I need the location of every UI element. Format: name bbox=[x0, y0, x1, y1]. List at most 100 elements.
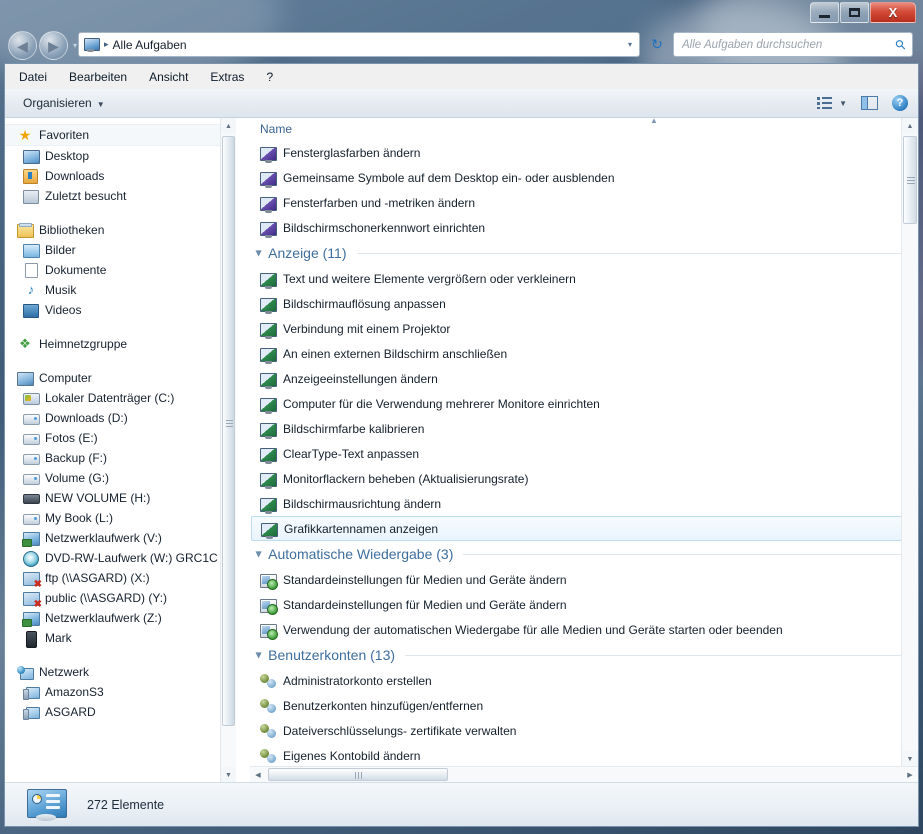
back-button[interactable]: ◀ bbox=[8, 31, 37, 60]
list-item[interactable]: Standardeinstellungen für Medien und Ger… bbox=[250, 592, 918, 617]
forward-button[interactable]: ▶ bbox=[39, 31, 68, 60]
list-item[interactable]: Grafikkartennamen anzeigen bbox=[251, 516, 916, 541]
list-item[interactable]: An einen externen Bildschirm anschließen bbox=[250, 341, 918, 366]
menu-item-bearbeiten[interactable]: Bearbeiten bbox=[69, 70, 127, 84]
help-button[interactable]: ? bbox=[892, 95, 908, 111]
pane-splitter[interactable] bbox=[236, 118, 250, 783]
address-bar[interactable]: ▸ Alle Aufgaben ▾ bbox=[78, 32, 640, 57]
list-item[interactable]: Text und weitere Elemente vergrößern ode… bbox=[250, 266, 918, 291]
sidebar-item-bibliotheken[interactable]: Bibliotheken bbox=[5, 220, 221, 240]
sidebar-item-bilder[interactable]: Bilder bbox=[5, 240, 221, 260]
list-group-header[interactable]: ▶Benutzerkonten (13) bbox=[250, 642, 918, 668]
change-view-button[interactable]: ▼ bbox=[817, 96, 847, 110]
list-horizontal-scrollbar[interactable]: ◀ ▶ bbox=[250, 766, 918, 783]
sidebar-item-videos[interactable]: Videos bbox=[5, 300, 221, 320]
sidebar-item-new-volume-h[interactable]: NEW VOLUME (H:) bbox=[5, 488, 221, 508]
sidebar-item-zuletzt-besucht[interactable]: Zuletzt besucht bbox=[5, 186, 221, 206]
sidebar-item-label: Netzwerklaufwerk (Z:) bbox=[45, 611, 162, 625]
list-item[interactable]: Bildschirmschonerkennwort einrichten bbox=[250, 215, 918, 240]
group-collapse-icon[interactable]: ▶ bbox=[255, 652, 264, 658]
sidebar-item-netzwerklaufwerk-z[interactable]: Netzwerklaufwerk (Z:) bbox=[5, 608, 221, 628]
list-item[interactable]: Monitorflackern beheben (Aktualisierungs… bbox=[250, 466, 918, 491]
list-scroll-up-button[interactable]: ▲ bbox=[902, 118, 918, 134]
sidebar-item-volume-g[interactable]: Volume (G:) bbox=[5, 468, 221, 488]
minimize-icon bbox=[819, 15, 830, 18]
sidebar-item-favoriten[interactable]: ★Favoriten bbox=[5, 124, 221, 146]
list-group-header[interactable]: ▶Anzeige (11) bbox=[250, 240, 918, 266]
list-item[interactable]: Bildschirmfarbe kalibrieren bbox=[250, 416, 918, 441]
list-item[interactable]: Fensterglasfarben ändern bbox=[250, 140, 918, 165]
sidebar-item-netzwerk[interactable]: Netzwerk bbox=[5, 662, 221, 682]
list-item[interactable]: Anzeigeeinstellungen ändern bbox=[250, 366, 918, 391]
sidebar-item-my-book-l[interactable]: My Book (L:) bbox=[5, 508, 221, 528]
close-button[interactable]: X bbox=[870, 2, 916, 23]
scroll-grip-icon bbox=[226, 420, 233, 427]
sidebar-item-netzwerklaufwerk-v[interactable]: Netzwerklaufwerk (V:) bbox=[5, 528, 221, 548]
sidebar-item-mark[interactable]: Mark bbox=[5, 628, 221, 648]
breadcrumb[interactable]: Alle Aufgaben bbox=[113, 38, 187, 52]
disconnected-drive-icon bbox=[23, 570, 39, 586]
sidebar-item-lokaler-datentr-ger-c[interactable]: Lokaler Datenträger (C:) bbox=[5, 388, 221, 408]
hscroll-left-button[interactable]: ◀ bbox=[250, 767, 266, 783]
list-item[interactable]: Standardeinstellungen für Medien und Ger… bbox=[250, 567, 918, 592]
menu-item-help[interactable]: ? bbox=[266, 70, 273, 84]
sidebar-item-public-asgard-y[interactable]: public (\\ASGARD) (Y:) bbox=[5, 588, 221, 608]
preview-pane-button[interactable] bbox=[861, 96, 878, 110]
list-item[interactable]: Verwendung der automatischen Wiedergabe … bbox=[250, 617, 918, 642]
view-caret-icon: ▼ bbox=[839, 99, 847, 108]
address-dropdown-icon[interactable]: ▾ bbox=[628, 40, 635, 49]
list-scroll-thumb[interactable] bbox=[903, 136, 917, 224]
sidebar-item-downloads-d[interactable]: Downloads (D:) bbox=[5, 408, 221, 428]
nav-pane-scrollbar[interactable]: ▲ ▼ bbox=[220, 118, 236, 783]
sidebar-item-fotos-e[interactable]: Fotos (E:) bbox=[5, 428, 221, 448]
minimize-button[interactable] bbox=[810, 2, 839, 23]
menu-item-ansicht[interactable]: Ansicht bbox=[149, 70, 188, 84]
list-item[interactable]: Fensterfarben und -metriken ändern bbox=[250, 190, 918, 215]
user-accounts-icon bbox=[260, 673, 276, 689]
pie-chart-icon bbox=[32, 794, 42, 804]
list-vertical-scrollbar[interactable]: ▲ ▼ bbox=[901, 118, 918, 767]
sidebar-item-heimnetzgruppe[interactable]: ❖Heimnetzgruppe bbox=[5, 334, 221, 354]
hscroll-right-button[interactable]: ▶ bbox=[902, 767, 918, 783]
menu-item-extras[interactable]: Extras bbox=[210, 70, 244, 84]
sidebar-item-asgard[interactable]: ASGARD bbox=[5, 702, 221, 722]
recent-pages-dropdown[interactable]: ▾ bbox=[73, 41, 77, 50]
sidebar-item-backup-f[interactable]: Backup (F:) bbox=[5, 448, 221, 468]
list-item[interactable]: Bildschirmauflösung anpassen bbox=[250, 291, 918, 316]
list-scroll-down-button[interactable]: ▼ bbox=[902, 751, 918, 767]
sidebar-item-dokumente[interactable]: Dokumente bbox=[5, 260, 221, 280]
nav-scroll-thumb[interactable] bbox=[222, 136, 235, 726]
list-item-label: Dateiverschlüsselungs- zertifikate verwa… bbox=[283, 724, 516, 738]
list-group-header[interactable]: ▶Automatische Wiedergabe (3) bbox=[250, 541, 918, 567]
sidebar-item-desktop[interactable]: Desktop bbox=[5, 146, 221, 166]
list-item[interactable]: Eigenes Kontobild ändern bbox=[250, 743, 918, 768]
list-item[interactable]: Gemeinsame Symbole auf dem Desktop ein- … bbox=[250, 165, 918, 190]
search-box[interactable]: ⚲ bbox=[673, 32, 913, 57]
sidebar-item-amazons3[interactable]: AmazonS3 bbox=[5, 682, 221, 702]
list-item[interactable]: Bildschirmausrichtung ändern bbox=[250, 491, 918, 516]
sidebar-item-musik[interactable]: ♪Musik bbox=[5, 280, 221, 300]
dvd-drive-icon bbox=[23, 550, 39, 566]
column-header-name[interactable]: Name bbox=[260, 122, 292, 136]
hscroll-thumb[interactable] bbox=[268, 768, 448, 781]
group-collapse-icon[interactable]: ▶ bbox=[255, 250, 264, 256]
sidebar-item-ftp-asgard-x[interactable]: ftp (\\ASGARD) (X:) bbox=[5, 568, 221, 588]
nav-scroll-up-button[interactable]: ▲ bbox=[221, 118, 236, 134]
refresh-button[interactable]: ↻ bbox=[645, 32, 669, 57]
sidebar-item-computer[interactable]: Computer bbox=[5, 368, 221, 388]
search-input[interactable] bbox=[680, 38, 890, 52]
hscroll-track[interactable] bbox=[266, 767, 902, 783]
menu-item-datei[interactable]: Datei bbox=[19, 70, 47, 84]
list-item[interactable]: Verbindung mit einem Projektor bbox=[250, 316, 918, 341]
list-item[interactable]: ClearType-Text anpassen bbox=[250, 441, 918, 466]
list-item[interactable]: Computer für die Verwendung mehrerer Mon… bbox=[250, 391, 918, 416]
list-item[interactable]: Administratorkonto erstellen bbox=[250, 668, 918, 693]
nav-scroll-down-button[interactable]: ▼ bbox=[221, 767, 236, 783]
sidebar-item-dvd-rw-laufwerk-w-grc1c[interactable]: DVD-RW-Laufwerk (W:) GRC1C bbox=[5, 548, 221, 568]
list-item[interactable]: Dateiverschlüsselungs- zertifikate verwa… bbox=[250, 718, 918, 743]
list-item[interactable]: Benutzerkonten hinzufügen/entfernen bbox=[250, 693, 918, 718]
sidebar-item-downloads[interactable]: Downloads bbox=[5, 166, 221, 186]
maximize-button[interactable] bbox=[840, 2, 869, 23]
organize-button[interactable]: Organisieren▼ bbox=[23, 96, 105, 110]
group-collapse-icon[interactable]: ▶ bbox=[255, 551, 264, 557]
